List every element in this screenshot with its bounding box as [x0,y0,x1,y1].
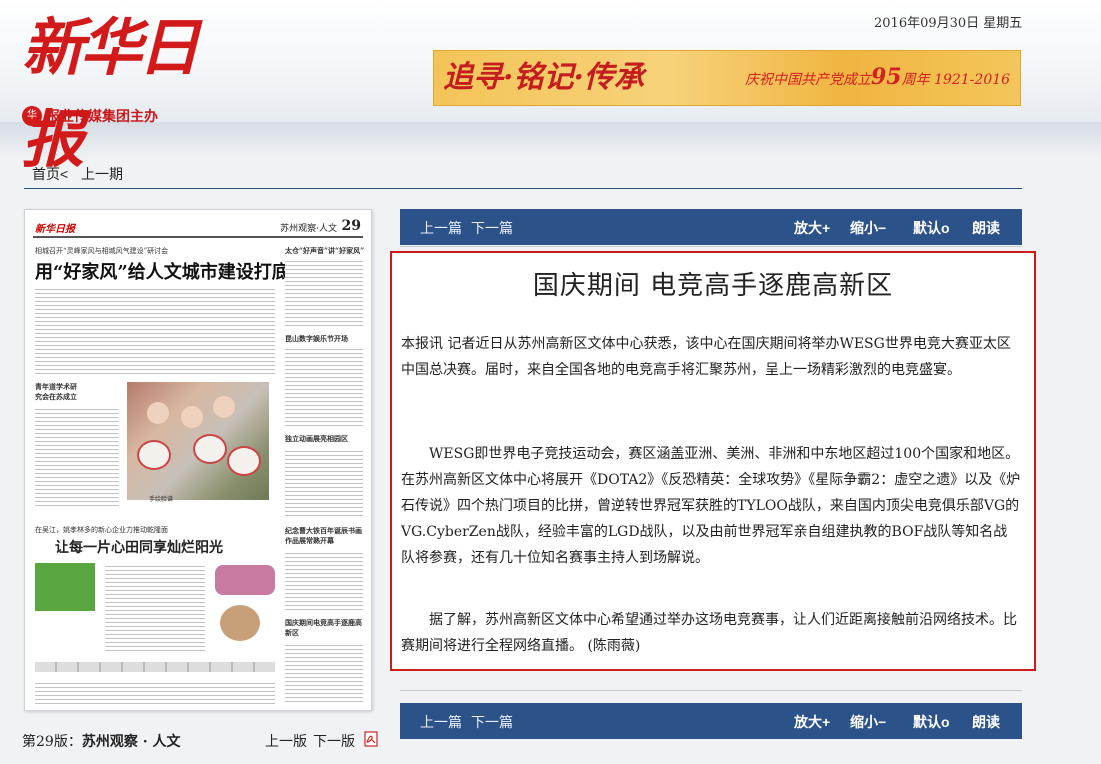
thumbnail-ad-strip [35,662,275,672]
thumbnail-text-block [105,563,205,653]
publisher-subtitle: 报业传媒集团主办 [46,109,158,125]
prev-article-link[interactable]: 上一篇 [420,218,462,238]
group-logo-icon: 华 [22,106,42,126]
thumbnail-photo-caption: 手绘脸谱 [149,496,174,503]
zoom-out-button[interactable]: 缩小− [850,712,886,732]
divider [400,246,1022,247]
breadcrumb: 首页< 上一期 [24,160,1022,189]
thumbnail-section: 苏州观察·人文 [280,224,337,234]
thumbnail-ad-image [220,605,260,641]
thumbnail-logo: 新华日报 [35,224,75,235]
newspaper-logo[interactable]: 新华日报 [22,2,252,176]
zoom-out-button[interactable]: 缩小− [850,218,886,238]
article-paragraph: 据了解，苏州高新区文体中心希望通过举办这场电竞赛事，让人们近距离接触前沿网络技术… [401,612,1017,654]
thumbnail-headline-2[interactable]: 让每一片心田同享灿烂阳光 [55,537,223,557]
prev-page-link[interactable]: 上一版 [265,731,307,751]
default-size-button[interactable]: 默认o [913,218,950,238]
thumbnail-side-headline[interactable]: 独立动画展亮相园区 [285,434,365,444]
article-paragraph: WESG即世界电子竞技运动会，赛区涵盖亚洲、美洲、非洲和中东地区超过100个国家… [401,446,1021,566]
thumbnail-headline[interactable]: 用“好家风”给人文城市建设打底 [35,258,290,284]
thumbnail-side-headline[interactable]: 昆山数字娱乐节开场 [285,334,365,344]
thumbnail-text-block [35,286,275,376]
thumbnail-page-number: 29 [341,218,361,234]
thumbnail-subkicker[interactable]: 在吴江，姚孝林多的新心企业力推动乾隆面 [35,525,168,535]
current-page-label: 第29版：苏州观察 · 人文 [22,734,181,750]
banner-caption: 庆祝中国共产党成立95周年 1921-2016 [745,64,1011,90]
breadcrumb-prev-issue-link[interactable]: 上一期 [81,164,123,184]
article-paragraph: 本报讯 记者近日从苏州高新区文体中心获悉，该中心在国庆期间将举办WESG世界电竞… [401,336,1011,378]
default-size-button[interactable]: 默认o [913,712,950,732]
article-title: 国庆期间 电竞高手逐鹿高新区 [532,271,894,301]
prev-article-link[interactable]: 上一篇 [420,712,462,732]
thumbnail-side-headline[interactable]: 国庆期间电竞高手逐鹿高新区 [285,618,367,638]
page-thumbnail[interactable]: 新华日报 苏州观察·人文 29 相城召开“灵峰家风与相城风气建设”研讨会 用“好… [24,209,372,711]
thumbnail-photo[interactable] [127,382,269,500]
thumbnail-side-headline[interactable]: 青年道学术研究会在苏成立 [35,382,83,402]
read-aloud-button[interactable]: 朗读 [972,712,1000,732]
article-panel: 国庆期间 电竞高手逐鹿高新区 本报讯 记者近日从苏州高新区文体中心获悉，该中心在… [390,251,1036,671]
thumbnail-ad-image [35,563,95,611]
banner-slogan: 追寻·铭记·传承 [443,60,644,95]
issue-date: 2016年09月30日 星期五 [874,16,1023,31]
thumbnail-side-headline[interactable]: 太仓“好声音”讲“好家风” [285,246,365,256]
thumbnail-ad-image [215,565,275,595]
thumbnail-text-block [285,642,363,702]
article-toolbar-top: 上一篇 下一篇 放大+ 缩小− 默认o 朗读 [400,209,1022,245]
anniversary-banner[interactable]: 追寻·铭记·传承 庆祝中国共产党成立95周年 1921-2016 [433,50,1021,106]
next-page-link[interactable]: 下一版 [313,731,355,751]
thumbnail-text-block [285,550,363,612]
article-toolbar-bottom: 上一篇 下一篇 放大+ 缩小− 默认o 朗读 [400,703,1022,739]
thumbnail-masthead: 新华日报 苏州观察·人文 29 [33,218,363,238]
thumbnail-kicker[interactable]: 相城召开“灵峰家风与相城风气建设”研讨会 [35,246,168,256]
divider [400,690,1022,691]
thumbnail-text-block [285,448,363,518]
read-aloud-button[interactable]: 朗读 [972,218,1000,238]
zoom-in-button[interactable]: 放大+ [794,218,830,238]
thumbnail-text-block [285,258,363,328]
thumbnail-text-block [35,406,119,508]
next-article-link[interactable]: 下一篇 [471,712,513,732]
thumbnail-text-block [35,680,275,704]
next-article-link[interactable]: 下一篇 [471,218,513,238]
thumbnail-text-block [285,346,363,428]
zoom-in-button[interactable]: 放大+ [794,712,830,732]
thumbnail-side-headline[interactable]: 纪念曹大铁百年诞辰书画作品展常熟开幕 [285,526,367,546]
breadcrumb-home-link[interactable]: 首页< [32,164,68,184]
pdf-download-icon[interactable] [363,731,379,747]
header-stripe [0,122,1101,158]
